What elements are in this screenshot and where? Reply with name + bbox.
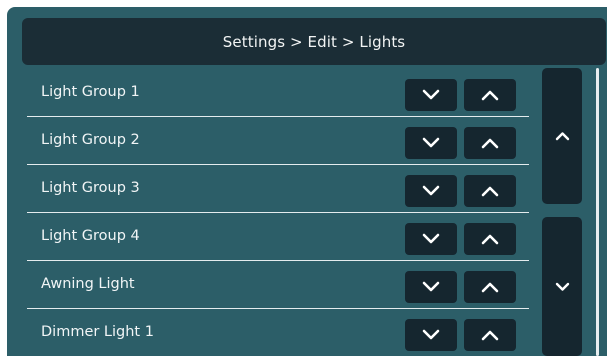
- chevron-down-icon: [422, 233, 440, 244]
- breadcrumb-header: Settings > Edit > Lights: [22, 18, 606, 65]
- move-down-button[interactable]: [405, 127, 457, 159]
- chevron-up-icon: [555, 132, 569, 141]
- scroll-up-button[interactable]: [542, 68, 582, 204]
- list-item-light-group-1: Light Group 1: [27, 69, 529, 116]
- chevron-down-icon: [422, 281, 440, 292]
- lights-list: Light Group 1 Light Group 2 Light Group …: [27, 69, 529, 356]
- move-up-button[interactable]: [464, 319, 516, 351]
- move-up-button[interactable]: [464, 223, 516, 255]
- lights-settings-screen: Settings > Edit > Lights Light Group 1 L…: [7, 7, 607, 356]
- list-item-label: Dimmer Light 1: [41, 324, 154, 340]
- list-item-light-group-3: Light Group 3: [27, 164, 529, 212]
- chevron-down-icon: [555, 282, 569, 291]
- chevron-up-icon: [481, 138, 499, 149]
- list-item-label: Light Group 1: [41, 84, 140, 100]
- chevron-down-icon: [422, 329, 440, 340]
- breadcrumb: Settings > Edit > Lights: [222, 32, 406, 51]
- chevron-down-icon: [422, 185, 440, 196]
- list-item-light-group-2: Light Group 2: [27, 116, 529, 164]
- list-item-label: Light Group 4: [41, 228, 140, 244]
- chevron-up-icon: [481, 234, 499, 245]
- chevron-up-icon: [481, 186, 499, 197]
- chevron-down-icon: [422, 89, 440, 100]
- list-item-dimmer-light-1: Dimmer Light 1: [27, 308, 529, 356]
- move-up-button[interactable]: [464, 271, 516, 303]
- list-item-label: Awning Light: [41, 276, 135, 292]
- chevron-up-icon: [481, 330, 499, 341]
- scroll-down-button[interactable]: [542, 217, 582, 356]
- list-item-awning-light: Awning Light: [27, 260, 529, 308]
- list-item-label: Light Group 2: [41, 132, 140, 148]
- move-down-button[interactable]: [405, 271, 457, 303]
- list-item-light-group-4: Light Group 4: [27, 212, 529, 260]
- move-down-button[interactable]: [405, 79, 457, 111]
- list-item-label: Light Group 3: [41, 180, 140, 196]
- move-down-button[interactable]: [405, 223, 457, 255]
- scrollbar[interactable]: [596, 68, 599, 356]
- move-down-button[interactable]: [405, 175, 457, 207]
- move-down-button[interactable]: [405, 319, 457, 351]
- chevron-down-icon: [422, 137, 440, 148]
- chevron-up-icon: [481, 90, 499, 101]
- chevron-up-icon: [481, 282, 499, 293]
- move-up-button[interactable]: [464, 175, 516, 207]
- move-up-button[interactable]: [464, 79, 516, 111]
- move-up-button[interactable]: [464, 127, 516, 159]
